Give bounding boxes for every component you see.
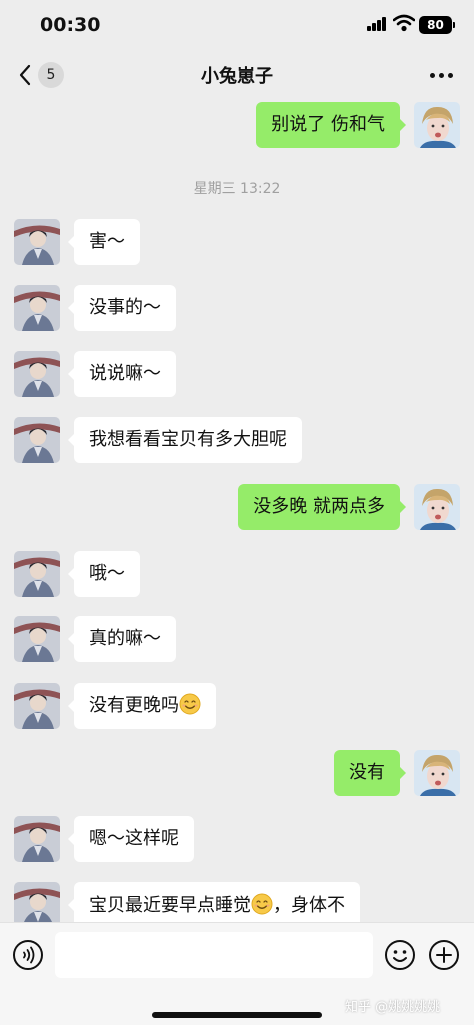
message-text: 没有更晚吗: [89, 695, 179, 716]
emoji-icon[interactable]: [384, 939, 416, 971]
battery-tip: [453, 22, 455, 28]
voice-icon[interactable]: [12, 939, 44, 971]
back-chevron-icon: [19, 64, 31, 86]
message-input[interactable]: [55, 932, 373, 978]
sent-bubble[interactable]: 别说了 伤和气: [256, 102, 406, 148]
status-bar: 00:30 80: [0, 0, 474, 52]
status-time: 00:30: [40, 14, 101, 36]
unread-count-badge: 5: [38, 62, 64, 88]
smiling-face-emoji-icon: [179, 693, 201, 715]
home-indicator: [152, 1012, 322, 1018]
battery-icon: 80: [419, 16, 452, 34]
nav-bar: 5 小兔崽子: [0, 52, 474, 98]
sent-bubble[interactable]: 没多晚 就两点多: [238, 484, 406, 530]
sent-bubble[interactable]: 没有: [334, 750, 406, 796]
more-button[interactable]: [424, 62, 458, 88]
received-bubble[interactable]: 害～: [68, 219, 140, 265]
signal-icon: [367, 17, 387, 31]
chat-area[interactable]: 别说了 伤和气 星期三 13:22 害～ 没事的～ 说说嘛～ 我想看看宝贝有多大…: [0, 98, 474, 922]
wifi-icon: [393, 14, 415, 32]
contact-avatar[interactable]: [14, 219, 60, 265]
message-text-continued: ，身体不: [273, 895, 345, 916]
input-bar: 知乎 @姚姚姚姚: [0, 922, 474, 1025]
contact-avatar[interactable]: [14, 683, 60, 729]
chat-title: 小兔崽子: [201, 66, 273, 87]
contact-avatar[interactable]: [14, 351, 60, 397]
smiling-face-emoji-icon: [251, 893, 273, 915]
back-button[interactable]: 5: [14, 58, 68, 92]
contact-avatar[interactable]: [14, 417, 60, 463]
received-bubble[interactable]: 真的嘛～: [68, 616, 176, 662]
plus-icon[interactable]: [428, 939, 460, 971]
received-bubble[interactable]: 我想看看宝贝有多大胆呢: [68, 417, 302, 463]
message-timestamp: 星期三 13:22: [193, 181, 281, 197]
contact-avatar[interactable]: [14, 616, 60, 662]
my-avatar[interactable]: [414, 750, 460, 796]
received-bubble[interactable]: 哦～: [68, 551, 140, 597]
message-text: 宝贝最近要早点睡觉: [89, 895, 251, 916]
my-avatar[interactable]: [414, 484, 460, 530]
my-avatar[interactable]: [414, 102, 460, 148]
contact-avatar[interactable]: [14, 882, 60, 922]
received-bubble[interactable]: 没有更晚吗: [68, 683, 216, 729]
contact-avatar[interactable]: [14, 816, 60, 862]
contact-avatar[interactable]: [14, 285, 60, 331]
received-bubble[interactable]: 宝贝最近要早点睡觉 ，身体不: [68, 882, 360, 922]
contact-avatar[interactable]: [14, 551, 60, 597]
more-icon: [430, 73, 435, 78]
received-bubble[interactable]: 没事的～: [68, 285, 176, 331]
watermark: 知乎 @姚姚姚姚: [345, 1000, 441, 1015]
received-bubble[interactable]: 说说嘛～: [68, 351, 176, 397]
received-bubble[interactable]: 嗯～这样呢: [68, 816, 194, 862]
